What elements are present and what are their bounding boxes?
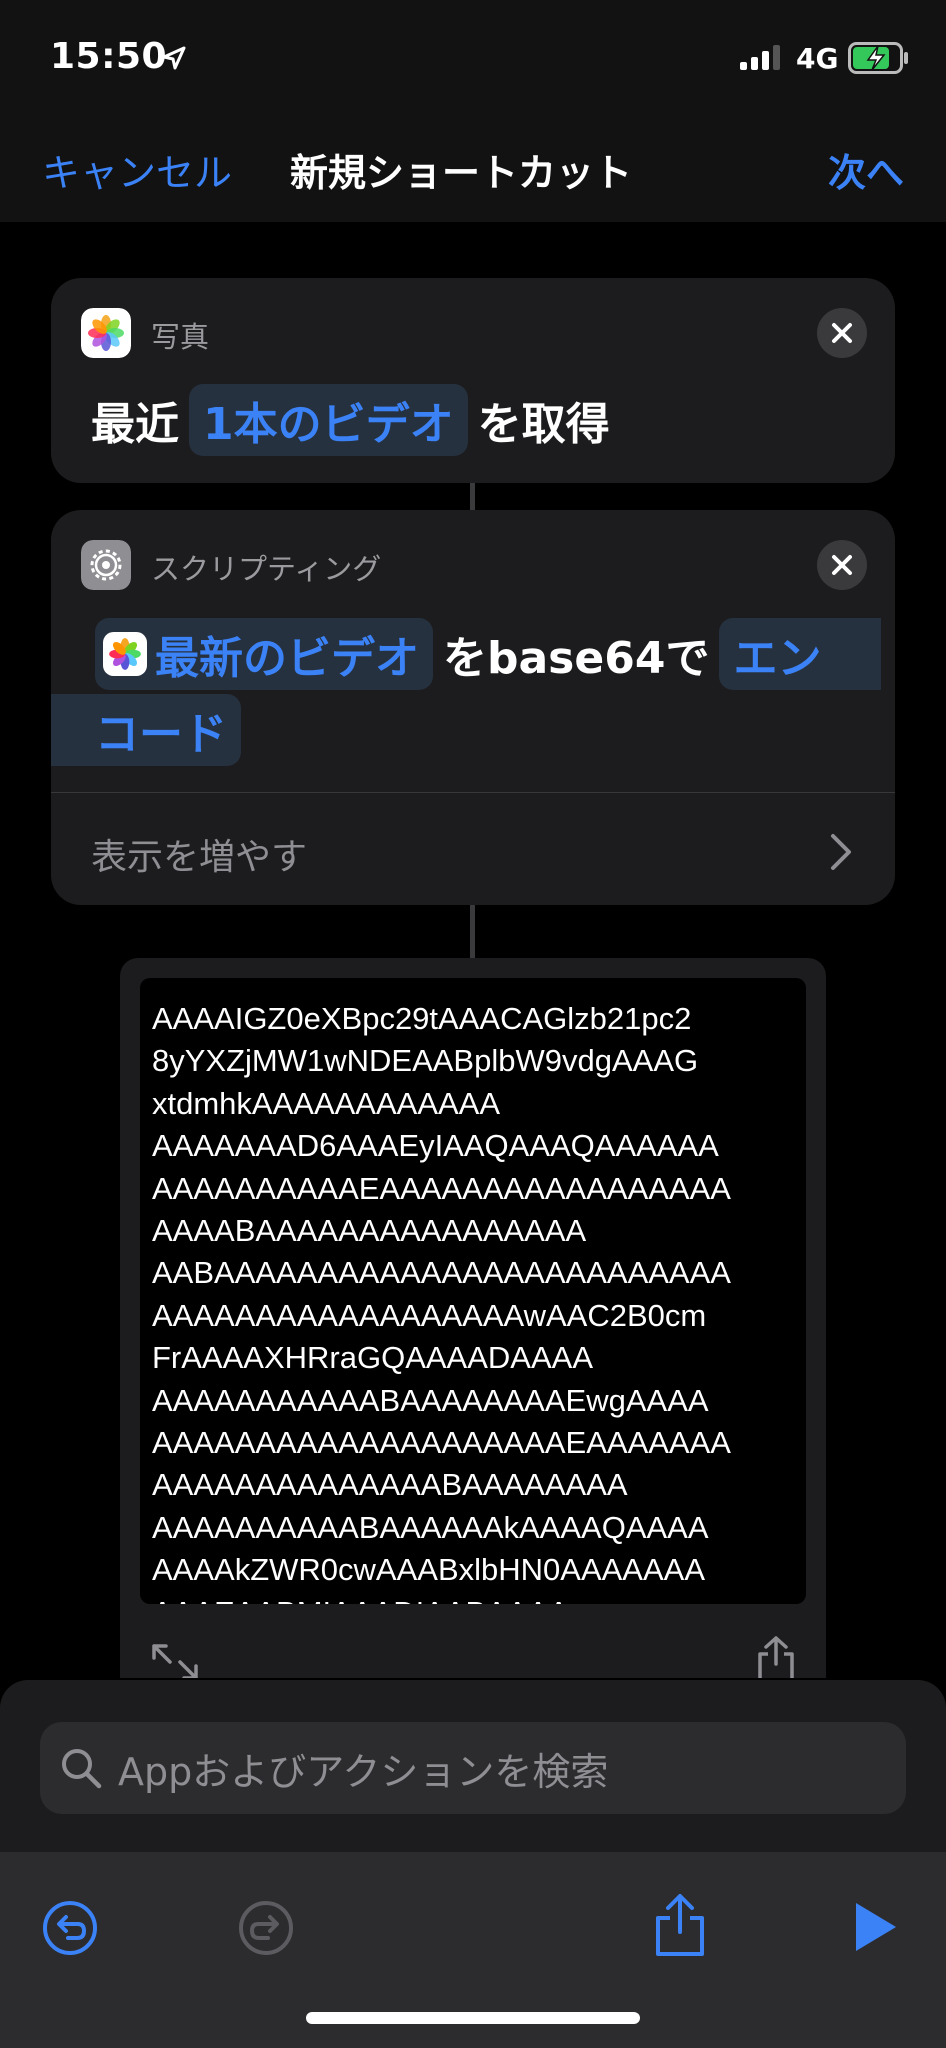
- action-connector: [470, 905, 475, 958]
- divider: [51, 792, 895, 793]
- status-time: 15:50: [50, 36, 168, 77]
- latest-video-label: 最新のビデオ: [155, 633, 419, 684]
- close-icon: [832, 555, 852, 575]
- action-sentence: 最近 1本のビデオ を取得: [91, 384, 610, 456]
- output-line: AAAAIGZ0eXBpc29tAAACAGlzb21pc2: [152, 1001, 692, 1036]
- output-line: AAAAAAAAAABAAAAAAkAAAAQAAAA: [152, 1509, 709, 1545]
- action-card-base64-encode[interactable]: スクリプティング 最新のビデオ をbase64で エン コード 表示を増やす: [51, 510, 895, 905]
- output-line: AAAEAABMIAAADIAABAAAA: [152, 1592, 794, 1604]
- share-icon[interactable]: [752, 1634, 800, 1678]
- output-line: AABAAAAAAAAAAAAAAAAAAAAAAAAA: [152, 1255, 731, 1291]
- redo-icon[interactable]: [236, 1898, 296, 1958]
- expand-icon[interactable]: [150, 1642, 200, 1678]
- gear-icon: [81, 540, 131, 590]
- action-prefix: 最近: [91, 399, 179, 450]
- output-line: AAAABAAAAAAAAAAAAAAAA: [152, 1213, 587, 1249]
- action-connector: [470, 483, 475, 510]
- video-count-token[interactable]: 1本のビデオ: [189, 384, 468, 456]
- output-line: AAAAkZWR0cwAAABxlbHN0AAAAAAA: [152, 1552, 706, 1588]
- status-bar: 15:50 4G: [0, 0, 946, 118]
- share-icon[interactable]: [652, 1892, 708, 1958]
- app-label-photos: 写真: [151, 320, 210, 354]
- output-line: FrAAAAXHRraGQAAAADAAAA: [152, 1340, 594, 1376]
- search-input[interactable]: Appおよびアクションを検索: [40, 1722, 906, 1814]
- undo-icon[interactable]: [40, 1898, 100, 1958]
- remove-action-button[interactable]: [817, 308, 867, 358]
- output-line: xtdmhkAAAAAAAAAAAA: [152, 1085, 501, 1121]
- photos-icon: [81, 308, 131, 358]
- action-sentence: 最新のビデオ をbase64で エン: [95, 618, 891, 690]
- page-title: 新規ショートカット: [290, 151, 633, 195]
- navigation-bar: キャンセル 新規ショートカット 次へ: [0, 118, 946, 222]
- output-text-area[interactable]: AAAAIGZ0eXBpc29tAAACAGlzb21pc2 8yYXZjMW1…: [140, 978, 806, 1604]
- show-more-button[interactable]: 表示を増やす: [91, 828, 307, 880]
- action-middle: をbase64で: [443, 633, 710, 684]
- output-line: AAAAAAAAAAAAAAAAAAAAEAAAAAAA: [152, 1425, 731, 1461]
- photos-icon: [103, 632, 147, 676]
- close-icon: [832, 323, 852, 343]
- encode-mode-token-wrap[interactable]: コード: [51, 694, 241, 766]
- signal-strength-icon: [740, 44, 780, 70]
- output-preview: AAAAIGZ0eXBpc29tAAACAGlzb21pc2 8yYXZjMW1…: [120, 958, 826, 1678]
- output-line: 8yYXZjMW1wNDEAABplbW9vdgAAAG: [152, 1043, 699, 1079]
- remove-action-button[interactable]: [817, 540, 867, 590]
- output-line: AAAAAAAAAAAAAAAAAAwAAC2B0cm: [152, 1297, 707, 1333]
- chevron-right-icon[interactable]: [825, 832, 855, 872]
- cancel-button[interactable]: キャンセル: [42, 142, 232, 197]
- location-arrow-icon: [162, 46, 186, 70]
- encode-mode-token[interactable]: エン: [719, 618, 882, 690]
- action-card-get-videos[interactable]: 写真 最近 1本のビデオ を取得: [51, 278, 895, 483]
- battery-charging-icon: [848, 42, 908, 74]
- search-icon: [62, 1749, 102, 1789]
- home-indicator[interactable]: [306, 2012, 640, 2024]
- next-button[interactable]: 次へ: [828, 142, 904, 197]
- output-line: AAAAAAAD6AAAEyIAAQAAAQAAAAAA: [152, 1128, 719, 1164]
- network-type: 4G: [796, 42, 839, 75]
- action-suffix: を取得: [477, 399, 610, 450]
- output-line: AAAAAAAAAAAAAABAAAAAAAA: [152, 1467, 628, 1503]
- latest-video-token[interactable]: 最新のビデオ: [95, 618, 433, 690]
- search-placeholder: Appおよびアクションを検索: [118, 1749, 609, 1794]
- play-icon[interactable]: [852, 1900, 900, 1954]
- bottom-panel: Appおよびアクションを検索: [0, 1680, 946, 2048]
- output-line: AAAAAAAAAAEAAAAAAAAAAAAAAAAA: [152, 1170, 731, 1206]
- action-sentence-wrap: コード: [51, 694, 251, 766]
- output-line: AAAAAAAAAAABAAAAAAAAEwgAAAA: [152, 1382, 709, 1418]
- app-label-scripting: スクリプティング: [151, 552, 382, 586]
